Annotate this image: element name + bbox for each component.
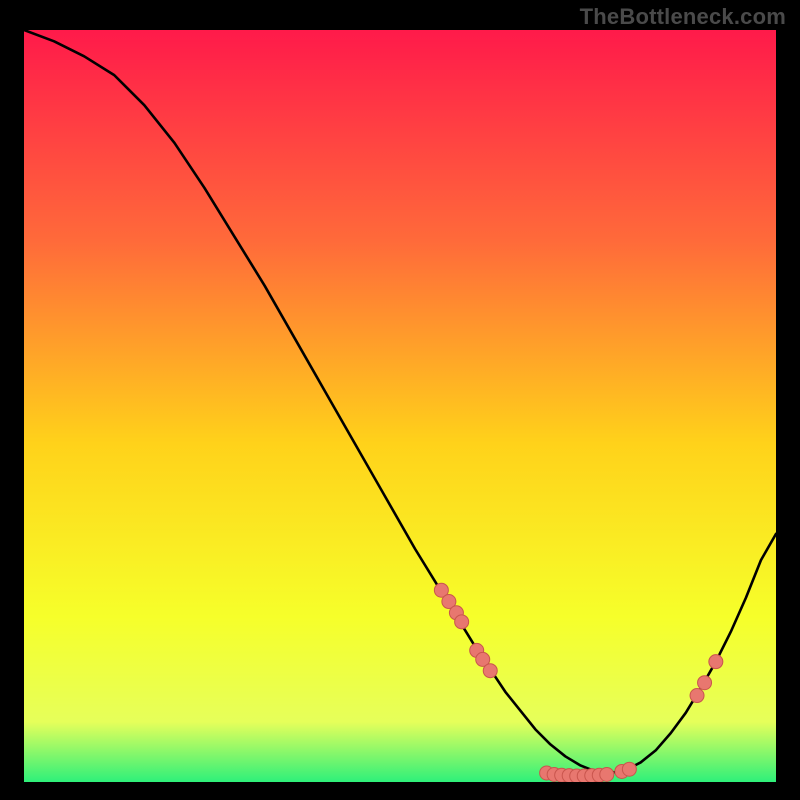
data-point bbox=[622, 762, 636, 776]
data-point bbox=[698, 676, 712, 690]
data-point bbox=[709, 655, 723, 669]
data-point bbox=[483, 664, 497, 678]
gradient-background bbox=[24, 30, 776, 782]
chart-svg bbox=[24, 30, 776, 782]
data-point bbox=[690, 689, 704, 703]
data-point bbox=[455, 615, 469, 629]
watermark-text: TheBottleneck.com bbox=[580, 4, 786, 30]
data-point bbox=[600, 767, 614, 781]
chart-frame: TheBottleneck.com bbox=[0, 0, 800, 800]
plot-area bbox=[24, 30, 776, 782]
